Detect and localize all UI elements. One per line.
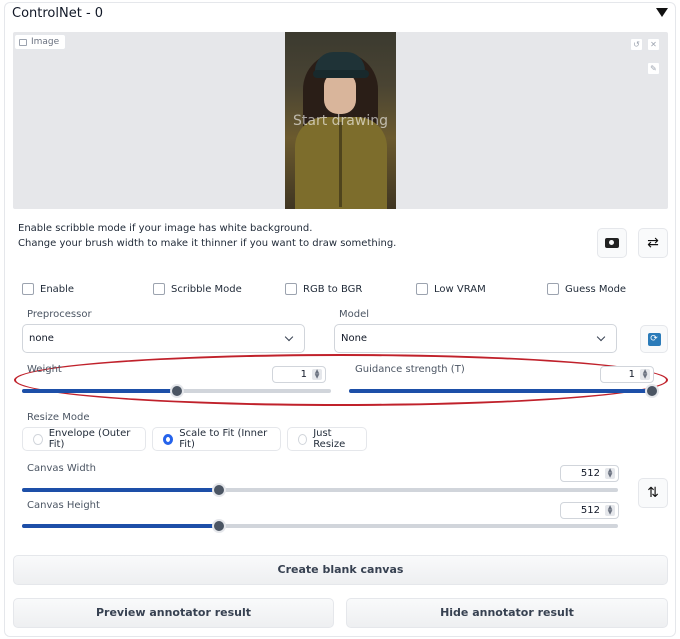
scribble-mode-checkbox[interactable]: Scribble Mode — [153, 283, 242, 295]
panel-title: ControlNet - 0 — [12, 6, 104, 21]
swap-button[interactable]: ⇄ — [638, 228, 668, 258]
guidance-slider-thumb[interactable] — [645, 384, 659, 398]
chevron-down-icon — [284, 332, 294, 341]
enable-checkbox[interactable]: Enable — [22, 283, 74, 295]
resize-mode-label: Resize Mode — [27, 412, 90, 423]
radio-just-resize[interactable]: Just Resize — [287, 427, 367, 451]
brush-icon[interactable]: ✎ — [647, 62, 660, 75]
swap-icon: ⇄ — [647, 235, 659, 251]
create-blank-canvas-button[interactable]: Create blank canvas — [13, 555, 668, 585]
image-label-text: Image — [31, 37, 60, 47]
stepper-icon[interactable]: ▲ ▼ — [640, 369, 650, 380]
canvas-width-input[interactable]: 512 ▲ ▼ — [560, 465, 619, 482]
hint-line-2: Change your brush width to make it thinn… — [18, 238, 397, 249]
guidance-slider[interactable] — [349, 384, 659, 398]
swap-vertical-icon: ⇅ — [647, 485, 659, 501]
low-vram-checkbox[interactable]: Low VRAM — [416, 283, 486, 295]
highlight-annotation — [14, 354, 668, 406]
image-label: Image — [14, 34, 67, 50]
stepper-icon[interactable]: ▲ ▼ — [605, 468, 615, 479]
weight-slider-fill — [22, 389, 177, 393]
weight-label: Weight — [27, 364, 62, 375]
canvas-width-label: Canvas Width — [27, 463, 96, 474]
guidance-input[interactable]: 1 ▲ ▼ — [600, 366, 654, 383]
swap-dimensions-button[interactable]: ⇅ — [638, 478, 668, 508]
weight-slider-thumb[interactable] — [169, 384, 184, 398]
canvas-width-slider-thumb[interactable] — [211, 483, 226, 497]
canvas-width-slider-fill — [22, 488, 219, 492]
radio-envelope[interactable]: Envelope (Outer Fit) — [22, 427, 146, 451]
refresh-icon: ⟳ — [647, 332, 661, 346]
weight-input[interactable]: 1 ▲ ▼ — [272, 366, 326, 383]
weight-slider[interactable] — [22, 384, 331, 398]
canvas-height-input[interactable]: 512 ▲ ▼ — [560, 502, 619, 519]
canvas-height-label: Canvas Height — [27, 500, 100, 511]
triangle-down-icon[interactable] — [656, 8, 668, 17]
canvas-width-slider[interactable] — [22, 483, 618, 497]
radio-scale-to-fit[interactable]: Scale to Fit (Inner Fit) — [152, 427, 281, 451]
canvas-height-slider[interactable] — [22, 519, 618, 533]
start-drawing-overlay: Start drawing — [293, 113, 388, 129]
guidance-label: Guidance strength (T) — [355, 364, 465, 375]
preprocessor-label: Preprocessor — [27, 309, 92, 320]
rgb-to-bgr-checkbox[interactable]: RGB to BGR — [285, 283, 362, 295]
guidance-slider-fill — [349, 389, 652, 393]
preview-annotator-button[interactable]: Preview annotator result — [13, 598, 334, 628]
chevron-down-icon — [596, 332, 606, 341]
stepper-icon[interactable]: ▲ ▼ — [312, 369, 322, 380]
refresh-models-button[interactable]: ⟳ — [640, 325, 668, 353]
model-select[interactable]: None — [334, 324, 617, 353]
preprocessor-select[interactable]: none — [22, 324, 305, 353]
stepper-icon[interactable]: ▲ ▼ — [605, 505, 615, 516]
undo-icon[interactable]: ↺ — [630, 38, 643, 51]
hide-annotator-button[interactable]: Hide annotator result — [346, 598, 668, 628]
image-icon — [19, 38, 27, 46]
model-label: Model — [339, 309, 370, 320]
canvas-height-slider-fill — [22, 524, 219, 528]
camera-icon — [605, 238, 619, 248]
guess-mode-checkbox[interactable]: Guess Mode — [547, 283, 626, 295]
close-icon[interactable]: ✕ — [647, 38, 660, 51]
hint-line-1: Enable scribble mode if your image has w… — [18, 223, 313, 234]
camera-button[interactable] — [597, 228, 627, 258]
canvas-height-slider-thumb[interactable] — [211, 519, 226, 533]
